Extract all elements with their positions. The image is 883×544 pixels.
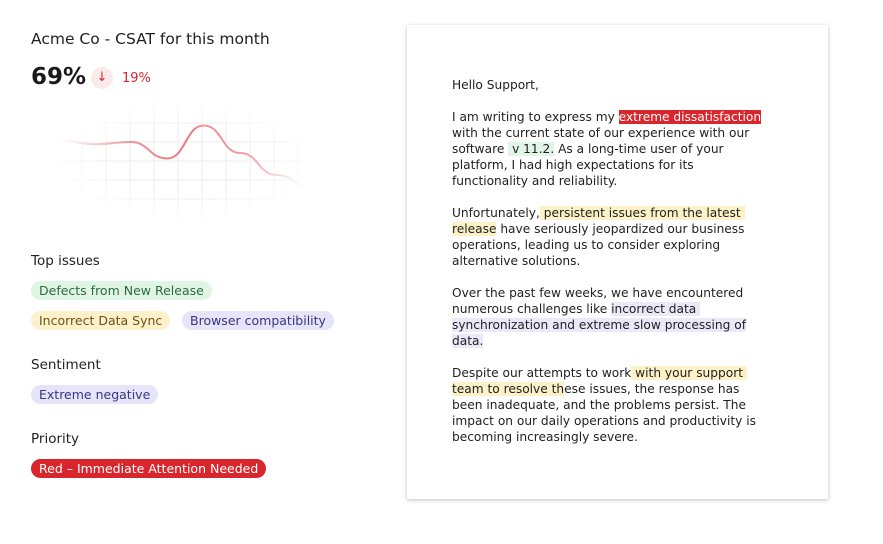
letter-text: software bbox=[452, 142, 509, 156]
arrow-down-icon: ↓ bbox=[91, 67, 113, 89]
letter-line: numerous challenges like incorrect data bbox=[452, 301, 761, 317]
letter-text: impact on our daily operations and produ… bbox=[452, 414, 757, 428]
letter-line: functionality and reliability. bbox=[452, 173, 761, 189]
csat-trend-chart bbox=[50, 98, 320, 223]
letter-text: Unfortunately, bbox=[452, 206, 540, 220]
letter-text: As a long-time user of your bbox=[554, 142, 724, 156]
letter-line: release have seriously jeopardized our b… bbox=[452, 221, 761, 237]
highlight-yellow: with your support bbox=[631, 366, 747, 380]
letter-paragraph: Despite our attempts to work with your s… bbox=[452, 365, 761, 445]
letter-text: functionality and reliability. bbox=[452, 174, 618, 188]
letter-line: software v 11.2. As a long-time user of … bbox=[452, 141, 761, 157]
highlight-red: extreme dissatisfaction bbox=[618, 110, 762, 124]
letter-paragraph: I am writing to express my extreme dissa… bbox=[452, 109, 762, 189]
letter-text: alternative solutions. bbox=[452, 254, 581, 268]
highlight-yellow: persistent issues from the latest bbox=[539, 206, 745, 220]
letter-text: with the current state of our experience… bbox=[452, 126, 750, 140]
letter-line: becoming increasingly severe. bbox=[452, 429, 761, 445]
customer-letter: Hello Support, I am writing to express m… bbox=[407, 25, 828, 499]
letter-line: platform, I had high expectations for it… bbox=[452, 157, 761, 173]
letter-text: numerous challenges like bbox=[452, 302, 612, 316]
top-issues-heading: Top issues bbox=[31, 253, 100, 269]
highlight-purple: synchronization and extreme slow process… bbox=[452, 318, 747, 332]
highlight-purple: incorrect data bbox=[611, 302, 701, 316]
letter-text: have seriously jeopardized our business bbox=[496, 222, 745, 236]
priority-tag: Red – Immediate Attention Needed bbox=[31, 459, 267, 478]
letter-text: ese issues, the response has bbox=[564, 382, 740, 396]
sentiment-heading: Sentiment bbox=[31, 357, 101, 373]
chart-fade bbox=[50, 98, 320, 223]
highlight-green: v 11.2. bbox=[508, 142, 555, 156]
highlight-yellow: team to resolve th bbox=[452, 382, 565, 396]
csat-title: Acme Co - CSAT for this month bbox=[31, 30, 270, 48]
letter-line: with the current state of our experience… bbox=[452, 125, 761, 141]
letter-text: operations, leading us to consider explo… bbox=[452, 238, 721, 252]
sentiment-tag: Extreme negative bbox=[31, 385, 159, 404]
letter-line: impact on our daily operations and produ… bbox=[452, 413, 761, 429]
letter-text: been inadequate, and the problems persis… bbox=[452, 398, 746, 412]
letter-paragraph: Unfortunately, persistent issues from th… bbox=[452, 205, 761, 269]
csat-delta: 19% bbox=[122, 71, 151, 86]
highlight-purple: data. bbox=[452, 334, 484, 348]
letter-line: alternative solutions. bbox=[452, 253, 761, 269]
letter-line: Unfortunately, persistent issues from th… bbox=[452, 205, 761, 221]
issue-tag: Defects from New Release bbox=[31, 281, 212, 300]
letter-text: Despite our attempts to work bbox=[452, 366, 632, 380]
letter-line: Despite our attempts to work with your s… bbox=[452, 365, 761, 381]
csat-score: 69% bbox=[31, 64, 87, 90]
letter-paragraph: Over the past few weeks, we have encount… bbox=[452, 285, 761, 349]
letter-line: synchronization and extreme slow process… bbox=[452, 317, 761, 333]
letter-line: data. bbox=[452, 333, 761, 349]
letter-line: operations, leading us to consider explo… bbox=[452, 237, 761, 253]
letter-text: I am writing to express my bbox=[452, 110, 619, 124]
letter-line: team to resolve these issues, the respon… bbox=[452, 381, 761, 397]
issue-tag: Incorrect Data Sync bbox=[31, 311, 171, 330]
issue-tag: Browser compatibility bbox=[182, 311, 334, 330]
priority-heading: Priority bbox=[31, 431, 80, 447]
letter-line: Over the past few weeks, we have encount… bbox=[452, 285, 761, 301]
letter-line: been inadequate, and the problems persis… bbox=[452, 397, 761, 413]
highlight-yellow: release bbox=[452, 222, 497, 236]
letter-text: becoming increasingly severe. bbox=[452, 430, 638, 444]
letter-greeting: Hello Support, bbox=[452, 78, 539, 92]
letter-line: I am writing to express my extreme dissa… bbox=[452, 109, 762, 125]
letter-text: Over the past few weeks, we have encount… bbox=[452, 286, 744, 300]
letter-text: platform, I had high expectations for it… bbox=[452, 158, 694, 172]
